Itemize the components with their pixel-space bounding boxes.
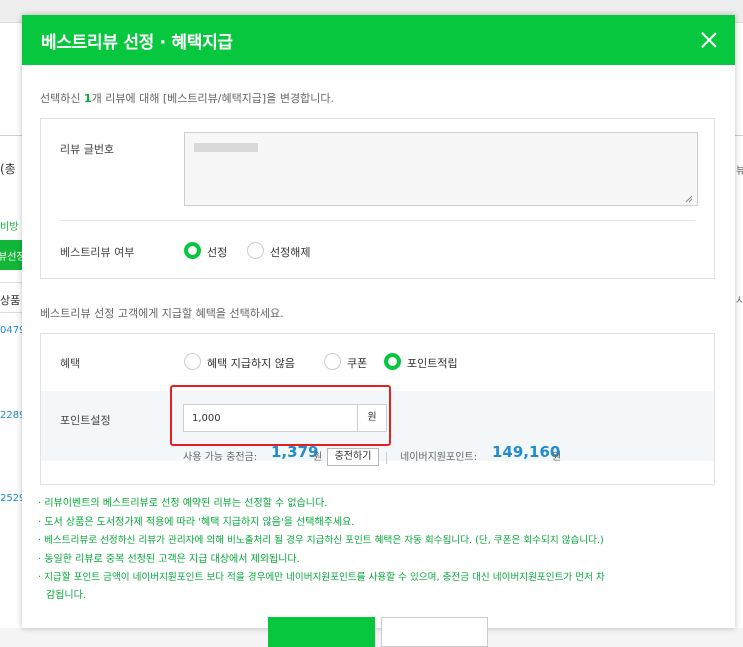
- intro-after: 개 리뷰에 대해 [베스트리뷰/혜택지급]을 변경합니다.: [91, 92, 334, 105]
- modal-title: 베스트리뷰 선정 · 혜택지급: [41, 33, 233, 53]
- blurred-review-number: [194, 143, 258, 152]
- note-item: · 리뷰이벤트의 베스트리뷰로 선정 예약된 리뷰는 선정할 수 없습니다.: [38, 498, 328, 509]
- available-balance-amount: 1,379: [271, 443, 319, 461]
- point-setting-label: 포인트설정: [60, 414, 111, 427]
- radio-select-label: 선정: [207, 246, 228, 259]
- radio-point[interactable]: [384, 353, 401, 370]
- note-item: · 지급할 포인트 금액이 네이버지원포인트 보다 적을 경우에만 네이버지원포…: [38, 572, 605, 583]
- best-review-label: 베스트리뷰 여부: [60, 246, 135, 259]
- available-balance-unit: 원: [313, 452, 323, 463]
- radio-unselect[interactable]: [247, 242, 264, 259]
- available-balance-label: 사용 가능 충전금:: [183, 452, 258, 463]
- background-text: 시: [736, 296, 743, 307]
- confirm-button[interactable]: [268, 617, 375, 647]
- modal-intro: 선택하신 1개 리뷰에 대해 [베스트리뷰/혜택지급]을 변경합니다.: [40, 90, 334, 106]
- background-text: 비방: [0, 222, 19, 233]
- background-row-line: [0, 312, 22, 313]
- naver-point-unit: 원: [552, 452, 562, 463]
- benefit-label: 혜택: [60, 357, 81, 370]
- best-review-modal: 베스트리뷰 선정 · 혜택지급 선택하신 1개 리뷰에 대해 [베스트리뷰/혜택…: [22, 15, 735, 647]
- radio-unselect-label: 선정해제: [270, 246, 311, 259]
- review-number-label: 리뷰 글번호: [60, 143, 115, 156]
- close-icon[interactable]: [700, 31, 718, 49]
- radio-select[interactable]: [184, 242, 201, 259]
- background-text: 뷰: [736, 166, 743, 177]
- radio-point-label: 포인트적립: [407, 357, 458, 370]
- naver-point-label: 네이버지원포인트:: [400, 452, 477, 463]
- note-item: · 도서 상품은 도서정가제 적용에 따라 '혜택 지급하지 않음'을 선택해주…: [38, 517, 355, 528]
- radio-no-benefit-label: 혜택 지급하지 않음: [207, 357, 295, 370]
- vertical-separator: [386, 452, 387, 464]
- background-text: (총: [0, 162, 16, 176]
- resize-handle-icon[interactable]: [685, 195, 693, 203]
- radio-coupon[interactable]: [324, 353, 341, 370]
- review-number-field[interactable]: [184, 132, 698, 206]
- selected-count: 1: [83, 92, 92, 105]
- note-item: · 동일한 리뷰로 중복 선정된 고객은 지급 대상에서 제외됩니다.: [38, 554, 300, 565]
- cancel-button[interactable]: [381, 617, 488, 647]
- radio-no-benefit[interactable]: [184, 353, 201, 370]
- modal-header: 베스트리뷰 선정 · 혜택지급: [22, 15, 735, 65]
- charge-button[interactable]: 충전하기: [327, 448, 379, 466]
- naver-point-amount: 149,160: [492, 443, 561, 461]
- intro-before: 선택하신: [40, 92, 84, 105]
- background-row-line: [0, 282, 22, 283]
- benefit-intro: 베스트리뷰 선정 고객에게 지급할 혜택을 선택하세요.: [40, 307, 284, 320]
- note-item: 감됩니다.: [46, 590, 86, 601]
- note-item: · 베스트리뷰로 선정하신 리뷰가 관리자에 의해 비노출처리 될 경우 지급하…: [38, 535, 604, 546]
- section-divider: [59, 220, 695, 221]
- radio-coupon-label: 쿠폰: [347, 357, 368, 370]
- background-text: 상품: [0, 294, 21, 307]
- highlight-box: [170, 385, 391, 446]
